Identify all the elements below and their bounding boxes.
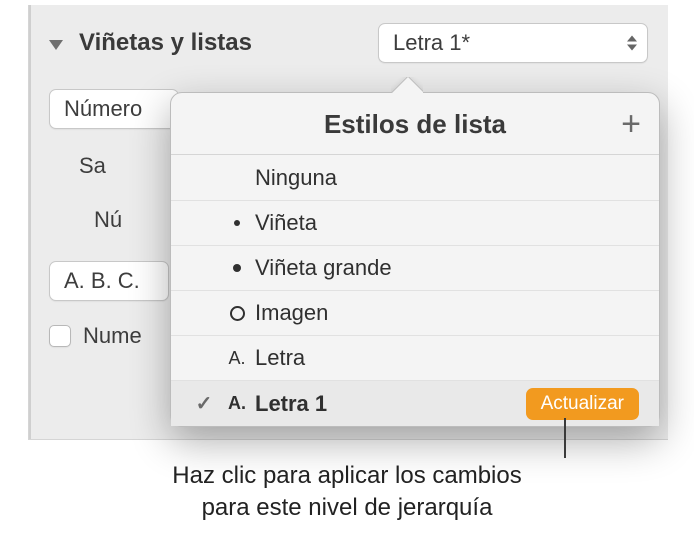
indent-label: Sa xyxy=(79,153,106,179)
list-style-value: Letra 1* xyxy=(393,30,470,56)
format-value: Número xyxy=(64,96,142,122)
format-dropdown[interactable]: Número xyxy=(49,89,179,129)
bullet-letter-icon: A. xyxy=(219,393,255,414)
style-label: Imagen xyxy=(255,300,639,326)
bullet-letter-icon: A. xyxy=(219,348,255,369)
popover-arrow-icon xyxy=(391,77,423,93)
tiered-numbers-label: Nume xyxy=(83,323,142,349)
stepper-icon xyxy=(627,36,637,51)
bullet-bigdot-icon xyxy=(219,264,255,272)
style-item-bullet[interactable]: Viñeta xyxy=(171,201,659,246)
style-list: Ninguna Viñeta Viñeta grande Imagen A. L… xyxy=(171,155,659,426)
disclosure-triangle-icon[interactable] xyxy=(49,40,63,50)
callout-text: Haz clic para aplicar los cambios para e… xyxy=(0,460,694,525)
list-style-dropdown[interactable]: Letra 1* xyxy=(378,23,648,63)
callout-line2: para este nivel de jerarquía xyxy=(202,494,493,521)
style-item-letter-1[interactable]: ✓ A. Letra 1 Actualizar xyxy=(171,381,659,426)
bullet-dot-icon xyxy=(219,220,255,226)
callout-line1: Haz clic para aplicar los cambios xyxy=(172,462,521,489)
bullets-lists-header-row: Viñetas y listas Letra 1* xyxy=(49,23,648,63)
popover-header: Estilos de lista + xyxy=(171,93,659,155)
callout-leader-line xyxy=(564,418,566,458)
style-label: Ninguna xyxy=(255,165,639,191)
list-styles-popover: Estilos de lista + Ninguna Viñeta Viñeta… xyxy=(170,92,660,427)
section-title: Viñetas y listas xyxy=(79,29,252,57)
bullet-image-icon xyxy=(219,306,255,321)
style-item-none[interactable]: Ninguna xyxy=(171,156,659,201)
popover-title: Estilos de lista xyxy=(324,109,506,139)
style-label: Letra xyxy=(255,345,639,371)
style-label: Viñeta grande xyxy=(255,255,639,281)
style-item-letter[interactable]: A. Letra xyxy=(171,336,659,381)
style-label: Letra 1 xyxy=(255,391,526,417)
style-item-image[interactable]: Imagen xyxy=(171,291,659,336)
tiered-numbers-checkbox[interactable] xyxy=(49,325,71,347)
add-style-button[interactable]: + xyxy=(621,107,641,141)
letter-format-value: A. B. C. xyxy=(64,268,140,294)
number-label: Nú xyxy=(94,207,122,233)
letter-format-dropdown[interactable]: A. B. C. xyxy=(49,261,169,301)
update-button[interactable]: Actualizar xyxy=(526,388,639,420)
style-item-big-bullet[interactable]: Viñeta grande xyxy=(171,246,659,291)
checkmark-icon: ✓ xyxy=(189,391,219,416)
style-label: Viñeta xyxy=(255,210,639,236)
